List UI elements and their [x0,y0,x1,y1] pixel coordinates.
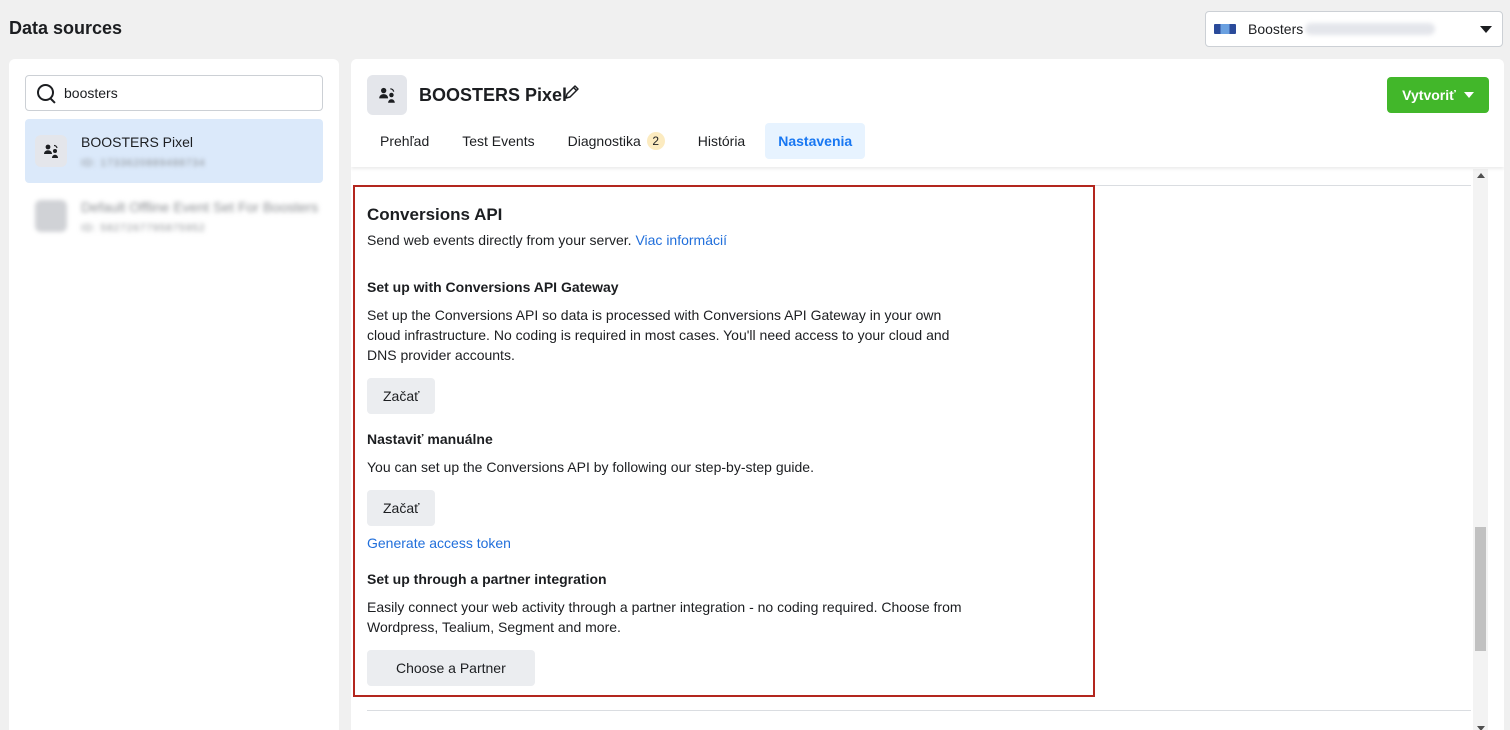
sidebar-item-label: Default Offline Event Set For Boosters [81,198,319,215]
account-id [1305,23,1436,35]
gateway-title: Set up with Conversions API Gateway [367,279,619,295]
caret-down-icon [1480,25,1492,33]
pixel-title: BOOSTERS Pixel [419,85,568,105]
divider [367,710,1471,711]
tab-nastavenia[interactable]: Nastavenia [765,123,866,159]
tab-label: Test Events [462,133,535,149]
people-sync-icon [367,75,407,115]
choose-partner-button[interactable]: Choose a Partner [367,650,535,686]
manual-setup-text: You can set up the Conversions API by fo… [367,459,814,475]
description-text: Send web events directly from your serve… [367,232,632,248]
conversions-api-title: Conversions API [367,205,503,224]
manual-start-button[interactable]: Začať [367,490,436,526]
sidebar-item-boosters-pixel[interactable]: BOOSTERS Pixel ID: 1733620889488734 [25,119,323,183]
gateway-text: Set up the Conversions API so data is pr… [367,307,950,363]
settings-content: Conversions API Send web events directly… [351,167,1471,730]
account-logo-icon [1214,24,1236,34]
search-input[interactable] [64,85,304,101]
learn-more-link[interactable]: Viac informácií [635,232,727,248]
scroll-down-icon[interactable] [1477,726,1485,730]
scrollbar[interactable] [1473,169,1488,730]
edit-pencil-icon[interactable] [563,83,581,101]
sidebar-item-id: ID: 5827267795875952 [81,222,206,234]
tab-label: Diagnostika [567,133,641,149]
account-selector[interactable]: Boosters [1205,11,1503,47]
tab-prehlad[interactable]: Prehľad [367,123,442,159]
tab-bar: Prehľad Test Events Diagnostika 2 Históri… [367,123,872,159]
main-header: BOOSTERS Pixel Vytvoriť Prehľad Test Eve… [351,59,1504,167]
tab-label: Prehľad [380,133,430,149]
tab-test-events[interactable]: Test Events [449,123,547,159]
gateway-start-button[interactable]: Začať [367,378,436,414]
scroll-up-icon[interactable] [1477,173,1485,178]
tab-label: História [697,133,746,149]
manual-setup-title: Nastaviť manuálne [367,431,493,447]
conversions-api-description: Send web events directly from your serve… [367,232,727,248]
tab-label: Nastavenia [778,133,853,149]
sidebar-item-offline-event-set[interactable]: Default Offline Event Set For Boosters I… [25,184,323,248]
partner-title: Set up through a partner integration [367,571,607,587]
tab-historia[interactable]: História [685,123,758,159]
scrollbar-thumb[interactable] [1475,527,1486,651]
caret-down-icon [1463,92,1474,98]
account-name: Boosters [1248,21,1304,37]
sidebar-item-label: BOOSTERS Pixel [81,133,194,150]
page-title: Data sources [9,18,123,38]
search-box[interactable] [25,75,323,111]
main-panel: BOOSTERS Pixel Vytvoriť Prehľad Test Eve… [351,59,1504,730]
partner-text: Easily connect your web activity through… [367,599,962,635]
create-button[interactable]: Vytvoriť [1387,77,1489,113]
search-icon [36,83,56,103]
offline-event-icon [35,200,67,232]
sidebar-item-id: ID: 1733620889488734 [81,157,206,169]
sidebar: BOOSTERS Pixel ID: 1733620889488734 Defa… [9,59,339,730]
people-sync-icon [35,135,67,167]
diagnostics-count-badge: 2 [646,132,665,150]
tab-diagnostika[interactable]: Diagnostika 2 [555,123,678,159]
generate-token-link[interactable]: Generate access token [367,535,511,551]
create-button-label: Vytvoriť [1402,87,1456,103]
